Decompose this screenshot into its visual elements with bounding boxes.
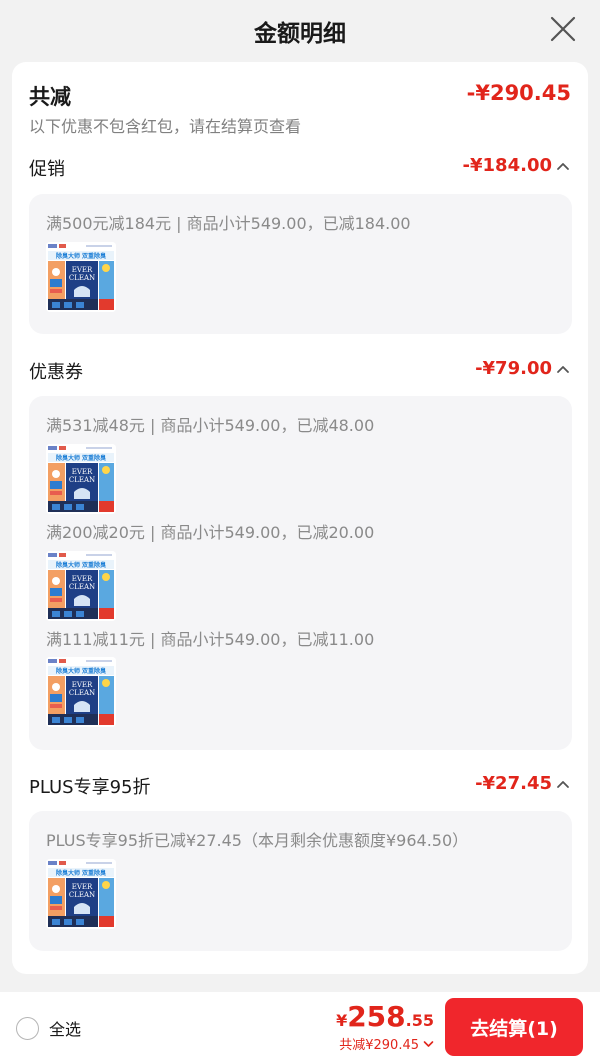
section-coupon-label: 优惠券 xyxy=(29,362,83,383)
total-discount-label: 共减 xyxy=(29,85,71,109)
section-promotion-label: 促销 xyxy=(29,159,65,180)
footer-total-discount: 共减¥290.45 xyxy=(339,1038,419,1053)
svg-text:CLEAN: CLEAN xyxy=(69,476,95,484)
discount-details-card: 共减 -¥290.45 以下优惠不包含红包，请在结算页查看 促销 -¥184.0… xyxy=(12,62,588,974)
close-icon[interactable] xyxy=(548,14,578,44)
total-discount-amount: -¥290.45 xyxy=(466,81,571,105)
product-image: 除臭大师 双重除臭 EVER CLEAN xyxy=(46,657,116,727)
sheet-title: 金额明细 xyxy=(254,21,346,47)
coupon-detail-line: 满111减11元 | 商品小计549.00，已减11.00 xyxy=(46,630,375,649)
chevron-up-icon xyxy=(557,365,569,373)
svg-text:CLEAN: CLEAN xyxy=(69,583,95,591)
svg-text:CLEAN: CLEAN xyxy=(69,274,95,282)
section-plus-toggle[interactable]: -¥27.45 xyxy=(475,773,570,794)
promotion-detail-box: 满500元减184元 | 商品小计549.00，已减184.00 除臭大师 双重… xyxy=(29,194,572,334)
svg-text:除臭大师 双重除臭: 除臭大师 双重除臭 xyxy=(56,252,106,260)
discount-note: 以下优惠不包含红包，请在结算页查看 xyxy=(29,117,302,136)
section-promotion-amount: -¥184.00 xyxy=(462,155,552,176)
section-coupon-toggle[interactable]: -¥79.00 xyxy=(475,358,570,379)
close-button[interactable] xyxy=(548,14,578,44)
product-image: 除臭大师 双重除臭 EVER CLEAN xyxy=(46,859,116,929)
checkout-button[interactable]: 去结算(1) xyxy=(445,998,583,1056)
product-thumbnail[interactable]: 除臭大师 双重除臭 EVER CLEAN xyxy=(46,444,116,514)
svg-text:CLEAN: CLEAN xyxy=(69,689,95,697)
section-promotion-toggle[interactable]: -¥184.00 xyxy=(463,155,570,176)
price-summary: ¥258.55 共减¥290.45 xyxy=(336,1000,434,1053)
checkout-bar: 全选 ¥258.55 共减¥290.45 去结算(1) xyxy=(0,992,600,1063)
price-decimal: .55 xyxy=(405,1011,434,1030)
final-price: ¥258.55 xyxy=(336,1000,434,1033)
product-image: 除臭大师 双重除臭 EVER CLEAN xyxy=(46,242,116,312)
svg-text:EVER: EVER xyxy=(72,883,93,891)
total-discount-toggle[interactable]: 共减¥290.45 xyxy=(336,1034,434,1053)
svg-text:EVER: EVER xyxy=(72,468,93,476)
coupon-detail-line: 满531减48元 | 商品小计549.00，已减48.00 xyxy=(46,416,375,435)
svg-text:除臭大师 双重除臭: 除臭大师 双重除臭 xyxy=(56,454,106,462)
price-integer: 258 xyxy=(347,1000,406,1033)
product-thumbnail[interactable]: 除臭大师 双重除臭 EVER CLEAN xyxy=(46,657,116,727)
select-all-toggle[interactable]: 全选 xyxy=(16,1016,81,1040)
coupon-detail-box: 满531减48元 | 商品小计549.00，已减48.00 除臭大师 双重除臭 … xyxy=(29,396,572,750)
svg-text:除臭大师 双重除臭: 除臭大师 双重除臭 xyxy=(56,561,106,569)
svg-text:EVER: EVER xyxy=(72,266,93,274)
product-thumbnail[interactable]: 除臭大师 双重除臭 EVER CLEAN xyxy=(46,551,116,621)
select-all-label: 全选 xyxy=(49,1020,82,1039)
chevron-up-icon xyxy=(557,780,569,788)
svg-text:CLEAN: CLEAN xyxy=(69,891,95,899)
section-plus-amount: -¥27.45 xyxy=(475,773,552,794)
section-coupon-amount: -¥79.00 xyxy=(475,358,552,379)
select-all-radio[interactable] xyxy=(16,1016,39,1040)
sheet-header: 金额明细 xyxy=(0,0,600,62)
plus-detail-box: PLUS专享95折已减¥27.45（本月剩余优惠额度¥964.50） 除臭大师 … xyxy=(29,811,572,951)
currency-symbol: ¥ xyxy=(336,1011,348,1030)
section-plus-label: PLUS专享95折 xyxy=(29,777,151,798)
coupon-detail-line: 满200减20元 | 商品小计549.00，已减20.00 xyxy=(46,523,375,542)
plus-detail-line: PLUS专享95折已减¥27.45（本月剩余优惠额度¥964.50） xyxy=(46,831,469,850)
product-image: 除臭大师 双重除臭 EVER CLEAN xyxy=(46,444,116,514)
product-thumbnail[interactable]: 除臭大师 双重除臭 EVER CLEAN xyxy=(46,859,116,929)
svg-text:EVER: EVER xyxy=(72,681,93,689)
product-image: 除臭大师 双重除臭 EVER CLEAN xyxy=(46,551,116,621)
svg-text:EVER: EVER xyxy=(72,575,93,583)
promotion-detail-line: 满500元减184元 | 商品小计549.00，已减184.00 xyxy=(46,214,411,233)
product-thumbnail[interactable]: 除臭大师 双重除臭 EVER CLEAN xyxy=(46,242,116,312)
svg-text:除臭大师 双重除臭: 除臭大师 双重除臭 xyxy=(56,667,106,675)
chevron-down-icon xyxy=(423,1040,434,1047)
svg-text:除臭大师 双重除臭: 除臭大师 双重除臭 xyxy=(56,869,106,877)
chevron-up-icon xyxy=(557,162,569,170)
